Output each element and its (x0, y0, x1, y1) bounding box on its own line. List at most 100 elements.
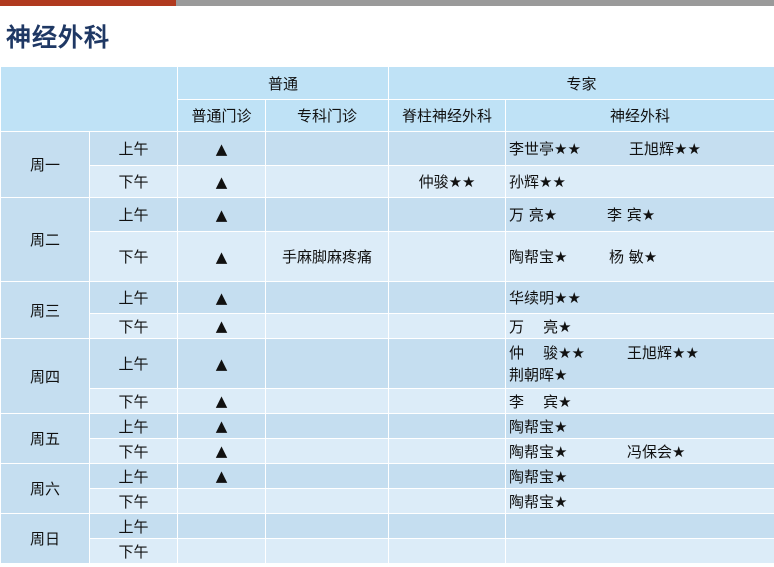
session-label: 上午 (89, 197, 178, 232)
general-clinic-mark: ▲ (177, 463, 266, 489)
doctor-name: 万 亮★ (509, 317, 572, 336)
special-clinic-cell (264, 388, 390, 414)
special-clinic-cell (264, 438, 390, 464)
general-clinic-mark: ▲ (177, 131, 266, 166)
general-clinic-cell (177, 538, 266, 564)
doctor-name: 陶帮宝★ (509, 492, 568, 511)
neuro-doctors-cell: 陶帮宝★ (505, 463, 774, 489)
special-clinic-cell (264, 313, 390, 339)
session-label: 下午 (89, 438, 178, 464)
header-spine-neurosurgery: 脊柱神经外科 (388, 99, 507, 132)
session-label: 下午 (89, 231, 178, 282)
special-clinic-cell (264, 488, 390, 514)
special-clinic-cell (264, 538, 390, 564)
spine-cell (388, 488, 507, 514)
header-special-clinic: 专科门诊 (264, 99, 390, 132)
session-label: 下午 (89, 388, 178, 414)
doctor-name: 孙辉★★ (509, 173, 566, 191)
doctor-name: 陶帮宝★ (509, 248, 568, 266)
doctor-name: 万 亮★ (509, 206, 558, 224)
doctor-name: 王旭辉★★ (627, 343, 699, 362)
top-accent-bar (0, 0, 774, 6)
table-row: 周三 上午 ▲ 华续明★★ (0, 281, 774, 339)
neuro-doctors-cell: 陶帮宝★ (505, 488, 774, 514)
doctor-name: 荆朝晖★ (509, 365, 568, 384)
session-label: 下午 (89, 313, 178, 339)
spine-cell (388, 197, 507, 232)
doctor-name: 李世亭★★ (509, 140, 581, 158)
spine-cell (388, 513, 507, 539)
special-clinic-cell (264, 131, 390, 166)
day-label: 周三 (0, 281, 90, 339)
table-row: 周一 上午 ▲ 李世亭★★ 王旭辉★★ (0, 131, 774, 198)
neuro-doctors-cell: 孙辉★★ (505, 165, 774, 198)
doctor-name: 李 宾★ (607, 206, 656, 224)
day-label: 周四 (0, 338, 90, 414)
doctor-name: 陶帮宝★ (509, 417, 568, 436)
session-label: 下午 (89, 538, 178, 564)
special-clinic-cell (264, 165, 390, 198)
top-accent-red (0, 0, 176, 6)
general-clinic-mark: ▲ (177, 197, 266, 232)
neuro-doctors-cell: 陶帮宝★ 杨 敏★ (505, 231, 774, 282)
day-label: 周二 (0, 197, 90, 282)
special-clinic-cell (264, 281, 390, 314)
neuro-doctors-cell: 万 亮★ 李 宾★ (505, 197, 774, 232)
general-clinic-mark: ▲ (177, 413, 266, 439)
general-clinic-mark: ▲ (177, 388, 266, 414)
page-title: 神经外科 (6, 23, 111, 52)
doctor-name: 冯保会★ (627, 442, 686, 461)
table-row: 下午 (1, 538, 774, 564)
session-label: 上午 (89, 513, 178, 539)
general-clinic-cell (177, 488, 266, 514)
special-clinic-cell (264, 413, 390, 439)
table-row: 下午 ▲ 手麻脚麻疼痛 陶帮宝★ 杨 敏★ (1, 231, 774, 282)
neuro-doctors-cell: 华续明★★ (505, 281, 774, 314)
special-clinic-topic: 手麻脚麻疼痛 (264, 231, 390, 282)
spine-cell (388, 413, 507, 439)
general-clinic-mark: ▲ (177, 165, 266, 198)
table-row: 周五 上午 ▲ 陶帮宝★ (0, 413, 774, 464)
general-clinic-mark: ▲ (177, 338, 266, 389)
table-row: 下午 ▲ 万 亮★ (1, 313, 774, 339)
doctor-name: 杨 敏★ (609, 248, 658, 266)
special-clinic-cell (264, 197, 390, 232)
table-row: 周四 上午 ▲ 仲 骏★★ 王旭辉★★ 荆朝晖★ (0, 338, 774, 414)
table-row: 周二 上午 ▲ 万 亮★ 李 宾★ (0, 197, 774, 282)
general-clinic-mark: ▲ (177, 281, 266, 314)
header-group-expert: 专家 (388, 66, 774, 100)
table-row: 下午 陶帮宝★ (1, 488, 774, 514)
neuro-doctors-cell: 李世亭★★ 王旭辉★★ (505, 131, 774, 166)
spine-cell (388, 231, 507, 282)
day-label: 周一 (0, 131, 90, 198)
header-general-clinic: 普通门诊 (177, 99, 266, 132)
doctor-name: 李 宾★ (509, 392, 572, 411)
neuro-doctors-cell: 仲 骏★★ 王旭辉★★ 荆朝晖★ (505, 338, 774, 389)
spine-cell (388, 313, 507, 339)
table-row: 周日 上午 (0, 513, 774, 564)
neuro-doctors-cell: 陶帮宝★ 冯保会★ (505, 438, 774, 464)
day-label: 周六 (0, 463, 90, 514)
session-label: 下午 (89, 165, 178, 198)
neuro-doctors-cell: 李 宾★ (505, 388, 774, 414)
day-label: 周日 (0, 513, 90, 564)
spine-cell (388, 388, 507, 414)
table-row: 下午 ▲ 李 宾★ (1, 388, 774, 414)
session-label: 上午 (89, 131, 178, 166)
header-corner (0, 66, 178, 132)
neuro-doctors-cell: 陶帮宝★ (505, 413, 774, 439)
spine-cell (388, 438, 507, 464)
table-row: 下午 ▲ 仲骏★★ 孙辉★★ (1, 165, 774, 198)
spine-cell (388, 131, 507, 166)
special-clinic-cell (264, 463, 390, 489)
doctor-name: 陶帮宝★ (509, 467, 568, 486)
neuro-doctors-cell: 万 亮★ (505, 313, 774, 339)
spine-cell (388, 338, 507, 389)
doctor-name: 华续明★★ (509, 289, 581, 307)
session-label: 下午 (89, 488, 178, 514)
special-clinic-cell (264, 513, 390, 539)
doctor-name: 仲 骏★★ (509, 343, 585, 362)
general-clinic-mark: ▲ (177, 438, 266, 464)
session-label: 上午 (89, 413, 178, 439)
neuro-doctors-cell (505, 513, 774, 539)
